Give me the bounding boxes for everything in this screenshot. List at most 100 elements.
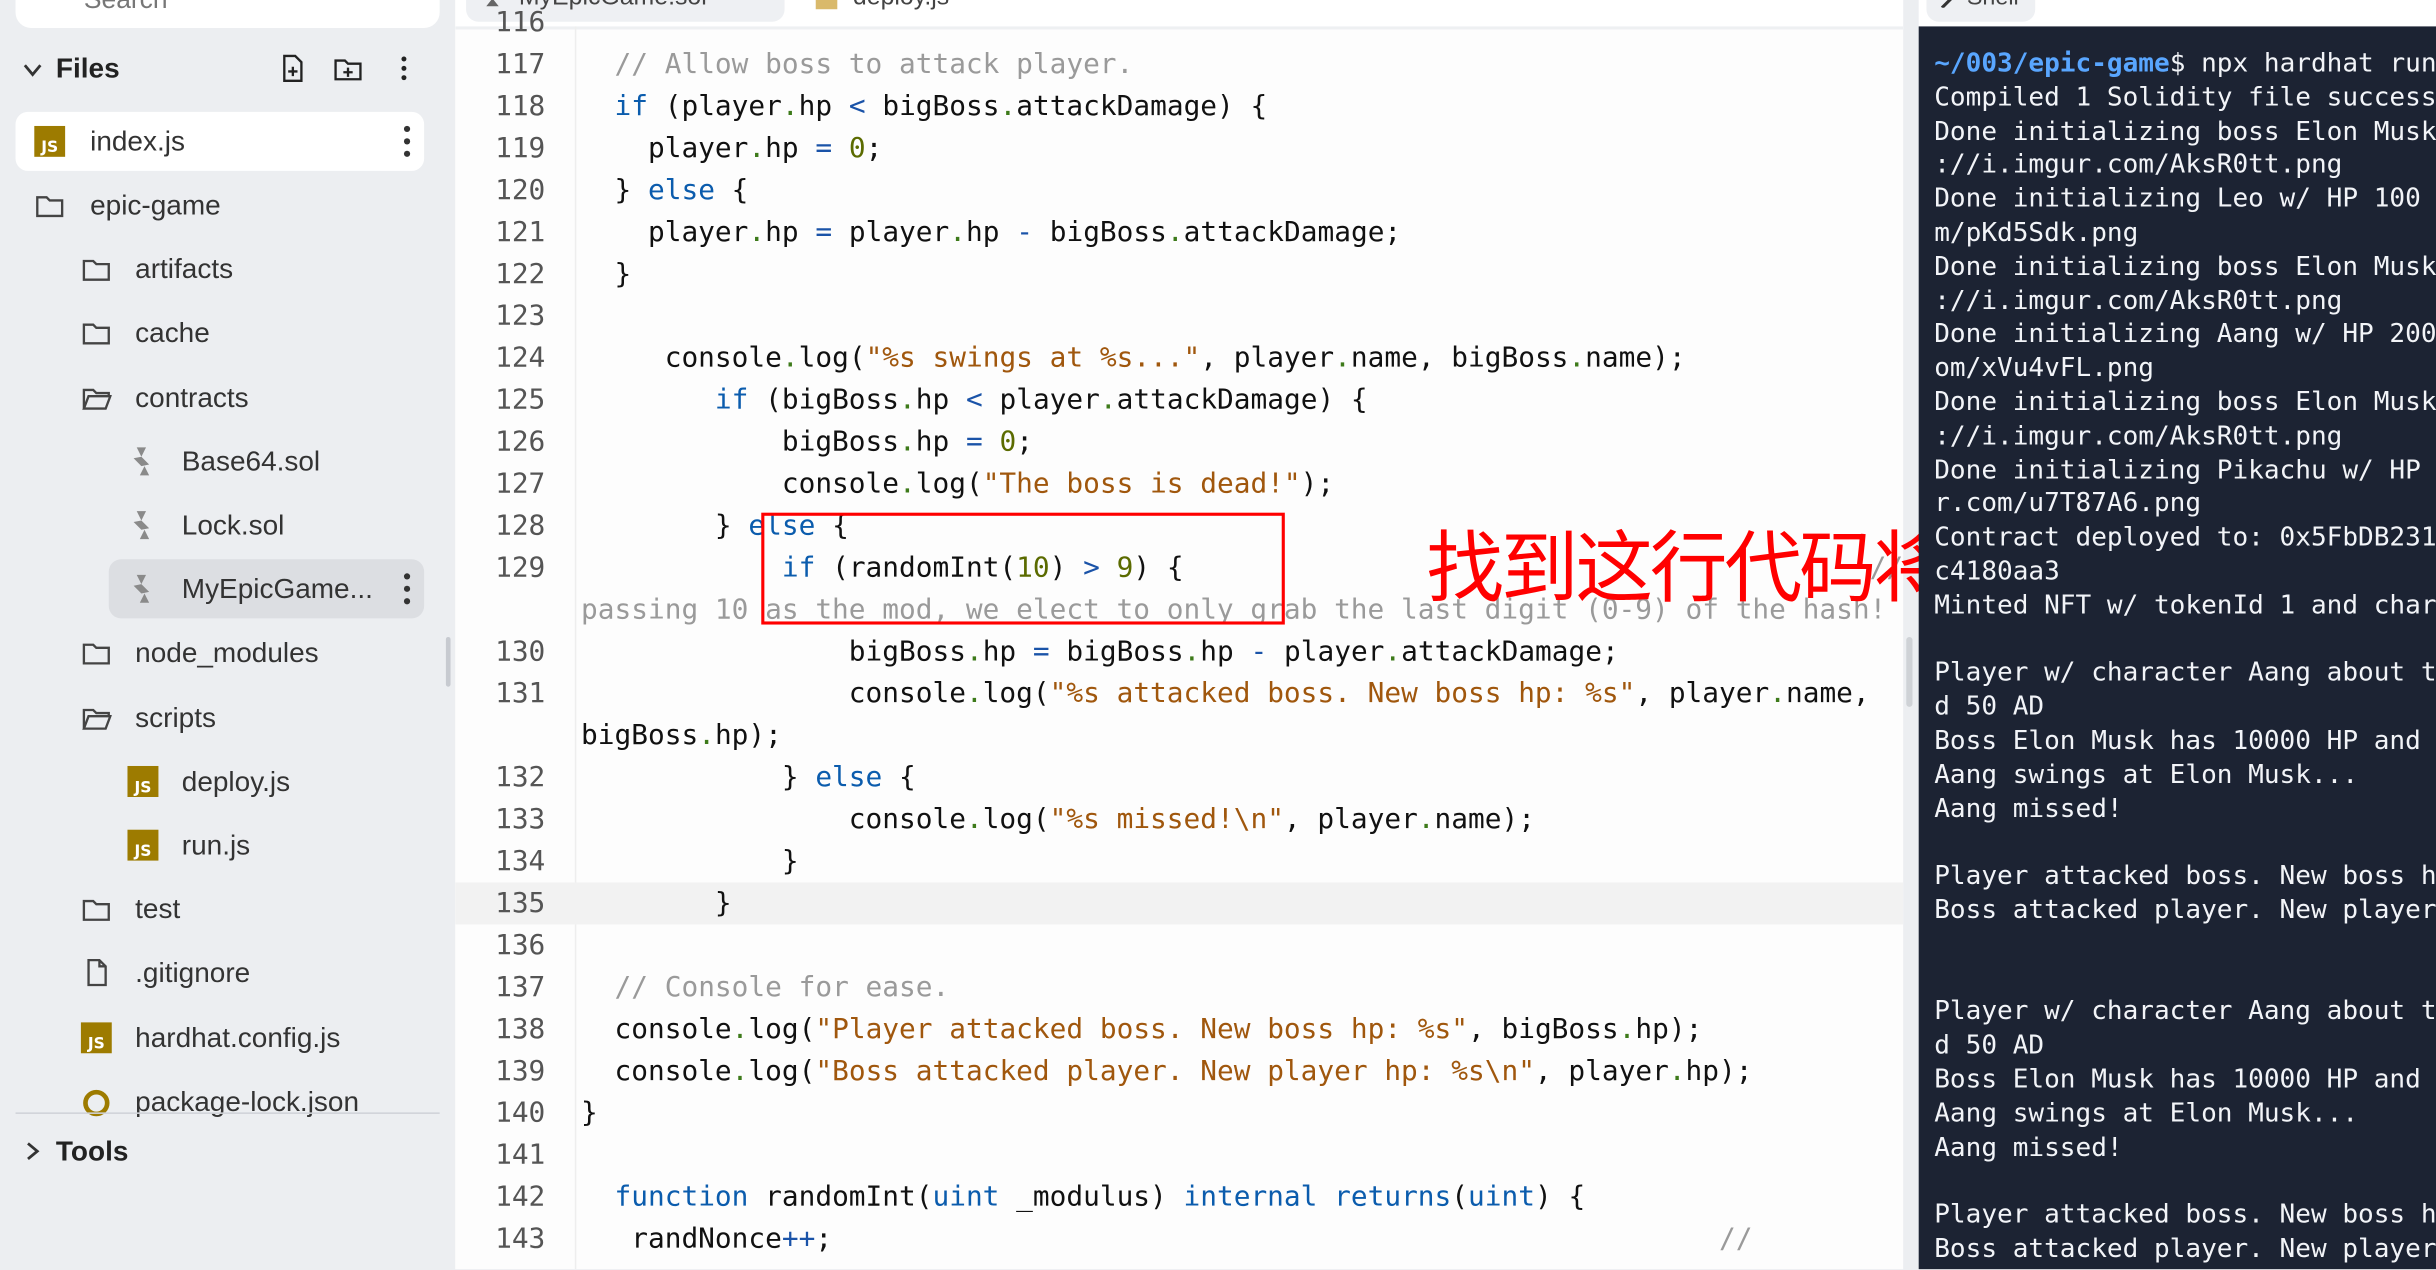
- terminal-line: m/pKd5Sdk.png: [1934, 215, 2139, 248]
- file-item-contracts[interactable]: contracts: [62, 368, 424, 427]
- file-item-artifacts[interactable]: artifacts: [62, 240, 424, 299]
- new-folder-icon[interactable]: [332, 53, 363, 84]
- code-text: randNonce++; //: [581, 1221, 1753, 1255]
- terminal-line: Done initializing Pikachu w/ HP: [1934, 453, 2421, 485]
- code-text: } else {: [581, 173, 749, 206]
- file-item-index-js[interactable]: JS index.js: [15, 111, 425, 171]
- sidebar-divider: [15, 1112, 440, 1114]
- line-number: 121: [495, 215, 546, 248]
- terminal-line: ://i.imgur.com/AksR0tt.png: [1934, 283, 2343, 315]
- file-item-scripts[interactable]: scripts: [62, 688, 424, 747]
- code-line: 117 // Allow boss to attack player.: [455, 43, 1903, 85]
- sidebar-scrollbar[interactable]: [445, 636, 451, 687]
- terminal-command: $ npx hardhat run: [2169, 46, 2436, 78]
- code-editor[interactable]: MyEpicGame.sol deploy.js 116117 // Allow…: [455, 0, 1904, 1270]
- terminal-line: ://i.imgur.com/AksR0tt.png: [1934, 148, 2343, 180]
- more-options-icon[interactable]: [402, 572, 411, 606]
- code-text: function randomInt(uint _modulus) intern…: [614, 1179, 1586, 1213]
- code-line: 116: [455, 1, 1903, 43]
- terminal-line: c4180aa3: [1934, 554, 2060, 586]
- folder-icon: [82, 900, 110, 922]
- terminal-line: Done initializing boss Elon Musk: [1934, 385, 2436, 417]
- file-item-cache[interactable]: cache: [62, 304, 424, 363]
- line-number: 126: [495, 424, 546, 458]
- code-line: 143 randNonce++; //: [455, 1217, 1903, 1259]
- file-item-deploy-js[interactable]: JS deploy.js: [109, 752, 424, 811]
- code-line: 127 console.log("The boss is dead!");: [455, 462, 1903, 504]
- code-line: 137 // Console for ease.: [455, 966, 1903, 1008]
- line-number: 116: [495, 5, 546, 39]
- line-number: 129: [495, 550, 546, 584]
- editor-scrollbar[interactable]: [1906, 636, 1913, 707]
- file-item--gitignore[interactable]: .gitignore: [62, 944, 424, 1003]
- file-item-test[interactable]: test: [62, 880, 424, 939]
- replit-workspace: Search Files JS index.js epic-game artifact…: [0, 0, 2436, 1270]
- code-line: 119 player.hp = 0;: [455, 127, 1903, 169]
- code-line: 131 console.log("%s attacked boss. New b…: [455, 672, 1903, 714]
- folder-open-icon: [82, 708, 112, 730]
- file-item-epic-game[interactable]: epic-game: [16, 176, 425, 235]
- code-text: bigBoss.hp);: [581, 718, 782, 752]
- code-line: 133 console.log("%s missed!\n", player.n…: [455, 798, 1903, 840]
- file-item-run-js[interactable]: JS run.js: [109, 816, 424, 875]
- code-text: // Allow boss to attack player.: [614, 47, 1134, 81]
- new-file-icon[interactable]: [277, 53, 308, 84]
- tab-shell[interactable]: Shell: [1926, 0, 2036, 22]
- chevron-down-icon[interactable]: [22, 59, 44, 81]
- code-text: console.log("Player attacked boss. New b…: [581, 1012, 1703, 1045]
- code-line: 124 console.log("%s swings at %s...", pl…: [455, 336, 1903, 378]
- js-file-icon: JS: [34, 125, 66, 157]
- terminal-line: Boss attacked player. New player: [1934, 893, 2436, 925]
- more-options-icon[interactable]: [402, 124, 411, 158]
- tools-header[interactable]: Tools: [0, 1131, 451, 1175]
- terminal-output[interactable]: ~/003/epic-game$ npx hardhat run Compile…: [1918, 26, 2436, 1270]
- terminal-line: Done initializing Leo w/ HP 100: [1934, 182, 2421, 214]
- terminal-line: Aang missed!: [1934, 1130, 2123, 1162]
- folder-icon: [82, 260, 110, 282]
- terminal-line: Aang swings at Elon Musk...: [1934, 1096, 2359, 1128]
- line-number: 117: [495, 47, 546, 81]
- code-text: if (player.hp < bigBoss.attackDamage) {: [614, 89, 1268, 122]
- file-item-label: Base64.sol: [181, 445, 321, 477]
- search-input[interactable]: Search: [15, 0, 440, 28]
- line-number: 125: [495, 382, 546, 416]
- terminal-line: Done initializing boss Elon Musk: [1934, 249, 2436, 281]
- file-item-label: test: [135, 893, 181, 925]
- terminal-line: Contract deployed to: 0x5FbDB231: [1934, 520, 2436, 552]
- line-number: 142: [495, 1179, 546, 1213]
- file-item-hardhat-config-js[interactable]: JS hardhat.config.js: [62, 1008, 424, 1067]
- files-label: Files: [55, 52, 120, 84]
- folder-icon: [82, 324, 110, 346]
- terminal-line: Done initializing Aang w/ HP 200: [1934, 317, 2436, 349]
- file-item-label: .gitignore: [135, 957, 251, 989]
- more-options-icon[interactable]: [388, 53, 419, 84]
- line-number: 135: [495, 886, 546, 919]
- line-number: 124: [495, 341, 546, 374]
- file-item-label: scripts: [135, 701, 216, 733]
- search-placeholder: Search: [84, 0, 168, 16]
- file-item-label: node_modules: [135, 637, 319, 669]
- file-item-label: hardhat.config.js: [135, 1021, 341, 1053]
- line-number: 140: [495, 1096, 546, 1129]
- code-line: 134 }: [455, 840, 1903, 882]
- file-item-label: epic-game: [90, 189, 221, 221]
- files-header[interactable]: Files: [0, 47, 451, 94]
- code-line: 142 function randomInt(uint _modulus) in…: [455, 1175, 1903, 1217]
- code-line: 122 }: [455, 252, 1903, 294]
- code-line: 120 } else {: [455, 169, 1903, 211]
- code-line: 140}: [455, 1091, 1903, 1133]
- line-number: 128: [495, 508, 546, 542]
- code-line: 125 if (bigBoss.hp < player.attackDamage…: [455, 378, 1903, 420]
- code-text: }: [581, 257, 632, 290]
- file-item-lock-sol[interactable]: Lock.sol: [109, 496, 424, 555]
- file-item-myepicgame-[interactable]: MyEpicGame...: [108, 559, 425, 619]
- file-item-label: index.js: [90, 125, 185, 157]
- code-line: 141: [455, 1133, 1903, 1175]
- file-item-node-modules[interactable]: node_modules: [62, 624, 424, 683]
- line-number: 120: [495, 173, 546, 206]
- file-item-base64-sol[interactable]: Base64.sol: [109, 432, 424, 491]
- folder-open-icon: [82, 388, 112, 410]
- file-item-package-lock-json[interactable]: package-lock.json: [62, 1072, 424, 1131]
- code-line: 121 player.hp = player.hp - bigBoss.atta…: [455, 211, 1903, 253]
- terminal-line: om/xVu4vFL.png: [1934, 351, 2154, 383]
